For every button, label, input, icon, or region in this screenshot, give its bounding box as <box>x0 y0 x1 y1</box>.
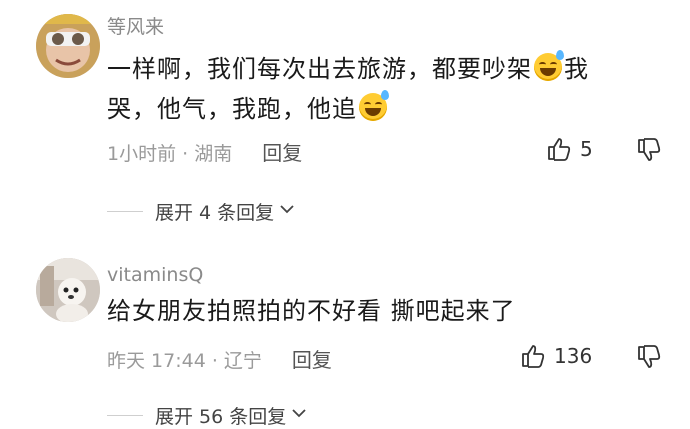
comment-text-line2: 哭，他气，我跑，他追 <box>107 95 357 123</box>
comment-text-line1-end: 我 <box>564 55 589 83</box>
dislike-button[interactable] <box>636 137 662 163</box>
timestamp-location: 昨天 17:44 · 辽宁 <box>107 350 262 372</box>
avatar[interactable] <box>36 14 100 78</box>
reply-button[interactable]: 回复 <box>292 348 332 372</box>
thumbs-down-icon <box>636 137 662 163</box>
chevron-down-icon <box>278 200 296 223</box>
comment-text-line1: 一样啊，我们每次出去旅游，都要吵架 <box>107 55 532 83</box>
thumbs-up-icon <box>546 136 572 162</box>
like-count: 136 <box>554 344 593 368</box>
comment-text: 给女朋友拍照拍的不好看 撕吧起来了 <box>107 297 516 325</box>
expand-replies-button[interactable]: 展开 56 条回复 <box>107 402 308 429</box>
comment-meta: 昨天 17:44 · 辽宁 回复 <box>107 344 332 373</box>
thumbs-down-icon <box>636 344 662 370</box>
expand-replies-button[interactable]: 展开 4 条回复 <box>107 198 296 225</box>
username[interactable]: vitaminsQ <box>107 264 203 286</box>
expand-replies-label: 展开 56 条回复 <box>155 406 287 428</box>
username[interactable]: 等风来 <box>107 12 164 39</box>
comment-text-line2-wrap: 哭，他气，我跑，他追 <box>107 89 389 129</box>
like-button[interactable]: 5 <box>546 136 593 162</box>
divider <box>107 415 143 416</box>
comment-text: 一样啊，我们每次出去旅游，都要吵架 我 <box>107 49 589 89</box>
expand-replies-label: 展开 4 条回复 <box>155 202 275 224</box>
reply-button[interactable]: 回复 <box>262 141 302 165</box>
like-count: 5 <box>580 137 593 161</box>
avatar[interactable] <box>36 258 100 322</box>
grinning-sweat-emoji-icon <box>359 90 389 121</box>
chevron-down-icon <box>290 404 308 427</box>
comment-meta: 1小时前 · 湖南 回复 <box>107 137 302 166</box>
grinning-sweat-emoji-icon <box>534 50 564 81</box>
dislike-button[interactable] <box>636 344 662 370</box>
divider <box>107 211 143 212</box>
like-button[interactable]: 136 <box>520 343 592 369</box>
thumbs-up-icon <box>520 343 546 369</box>
timestamp-location: 1小时前 · 湖南 <box>107 143 233 165</box>
